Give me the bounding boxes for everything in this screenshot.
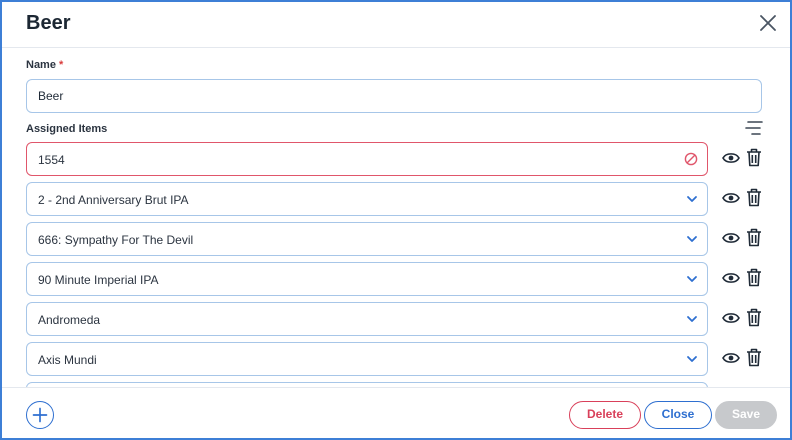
chevron-down-icon: [687, 356, 697, 362]
item-select[interactable]: 90 Minute Imperial IPA: [26, 262, 708, 296]
eye-icon[interactable]: [722, 351, 740, 365]
chevron-down-icon: [687, 276, 697, 282]
chevron-down-icon: [687, 316, 697, 322]
trash-icon[interactable]: [746, 148, 762, 167]
item-select[interactable]: 1554: [26, 142, 708, 176]
item-select[interactable]: Axis Mundi: [26, 342, 708, 376]
close-button[interactable]: Close: [644, 401, 712, 429]
dialog-header: Beer: [2, 2, 790, 48]
sort-lines-icon[interactable]: [744, 120, 764, 136]
trash-icon[interactable]: [746, 308, 762, 327]
blocked-icon: [684, 152, 698, 166]
trash-icon[interactable]: [746, 348, 762, 367]
item-select[interactable]: Andromeda: [26, 302, 708, 336]
eye-icon[interactable]: [722, 231, 740, 245]
eye-icon[interactable]: [722, 311, 740, 325]
item-select[interactable]: 2 - 2nd Anniversary Brut IPA: [26, 182, 708, 216]
beer-dialog: Beer Name * Assigned Items 1554: [0, 0, 792, 440]
name-label: Name *: [26, 59, 64, 71]
list-item: 1554: [2, 142, 790, 176]
dialog-title: Beer: [26, 12, 71, 34]
assigned-items-label: Assigned Items: [26, 123, 108, 135]
list-item: Andromeda: [2, 302, 790, 336]
delete-button[interactable]: Delete: [569, 401, 641, 429]
save-button[interactable]: Save: [715, 401, 777, 429]
item-select-value: 2 - 2nd Anniversary Brut IPA: [38, 193, 189, 207]
list-item: 2 - 2nd Anniversary Brut IPA: [2, 182, 790, 216]
list-item: 666: Sympathy For The Devil: [2, 222, 790, 256]
dialog-footer: Delete Close Save: [2, 387, 790, 438]
close-icon[interactable]: [758, 13, 778, 33]
plus-circle-icon[interactable]: [26, 401, 54, 429]
trash-icon[interactable]: [746, 268, 762, 287]
trash-icon[interactable]: [746, 228, 762, 247]
item-select-value: 666: Sympathy For The Devil: [38, 233, 194, 247]
trash-icon[interactable]: [746, 188, 762, 207]
item-select-value: 90 Minute Imperial IPA: [38, 273, 159, 287]
eye-icon[interactable]: [722, 271, 740, 285]
chevron-down-icon: [687, 196, 697, 202]
assigned-items-list[interactable]: 1554 2 - 2nd Anniversary Brut IPA 666: S…: [2, 142, 790, 387]
item-select-value: 1554: [38, 153, 65, 167]
list-item: Axis Mundi: [2, 342, 790, 376]
name-input[interactable]: [26, 79, 762, 113]
required-marker: *: [59, 59, 64, 71]
chevron-down-icon: [687, 236, 697, 242]
item-select[interactable]: 666: Sympathy For The Devil: [26, 222, 708, 256]
item-select-value: Axis Mundi: [38, 353, 97, 367]
eye-icon[interactable]: [722, 151, 740, 165]
list-item: 90 Minute Imperial IPA: [2, 262, 790, 296]
item-select-value: Andromeda: [38, 313, 101, 327]
eye-icon[interactable]: [722, 191, 740, 205]
